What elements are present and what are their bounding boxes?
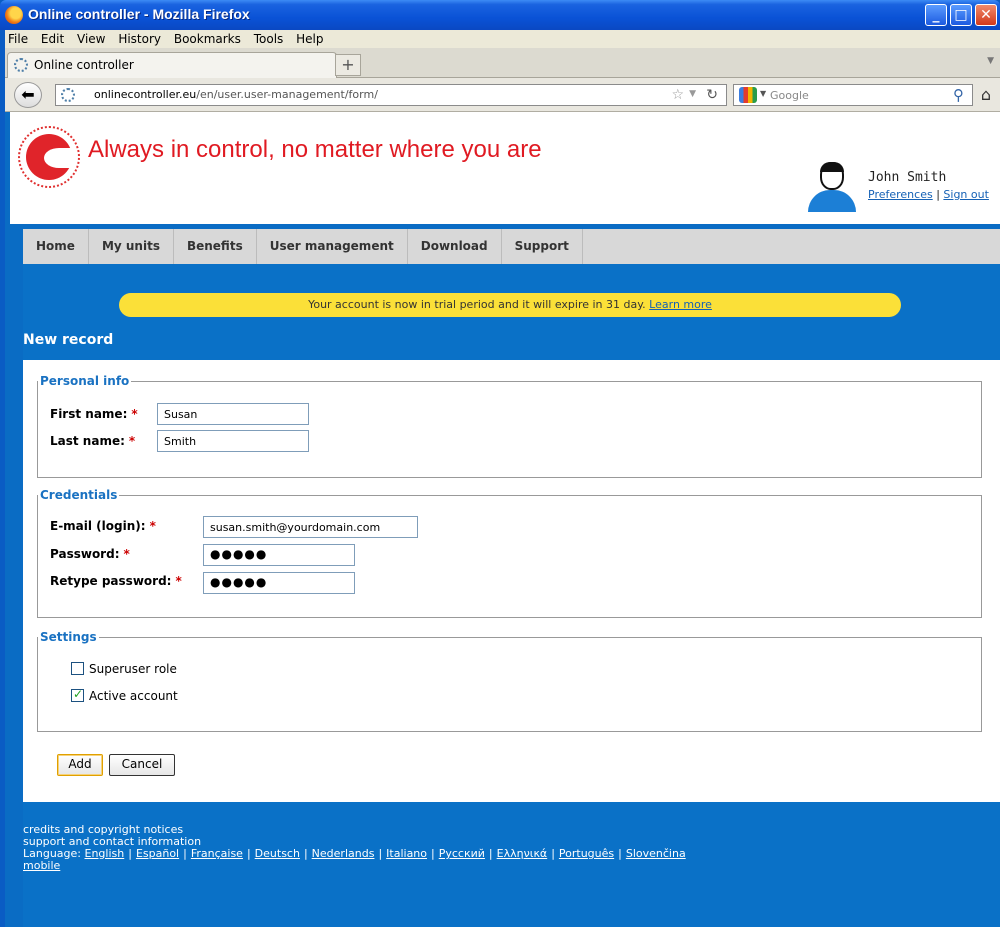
language-list: Language: English | Español | Française | Deut… [23,847,686,860]
google-icon[interactable] [739,87,757,103]
lang-deutsch[interactable]: Deutsch [255,847,300,860]
search-placeholder: Google [770,89,809,102]
site-favicon [14,58,28,72]
first-name-field[interactable]: Susan [157,403,309,425]
menu-edit[interactable]: Edit [38,30,70,46]
trial-notice: Your account is now in trial period and … [119,293,901,317]
personal-info-fieldset: Personal info First name: * Susan Last na… [37,374,982,478]
user-form: Personal info First name: * Susan Last na… [23,360,1000,802]
email-label: E-mail (login): * [50,519,156,533]
tab-list-icon[interactable]: ▼ [987,56,994,66]
retype-password-field[interactable]: ●●●●● [203,572,355,594]
site-tagline: Always in control, no matter where you a… [88,136,542,163]
reload-icon[interactable]: ↻ [706,87,718,103]
close-button[interactable]: ✕ [975,4,997,26]
window-titlebar: Online controller - Mozilla Firefox _ □ … [0,0,1000,30]
settings-legend: Settings [40,630,97,644]
maximize-button[interactable]: □ [950,4,972,26]
lang-portugues[interactable]: Português [559,847,614,860]
nav-user-management[interactable]: User management [257,229,408,264]
menu-tools[interactable]: Tools [251,30,290,46]
add-button[interactable]: Add [57,754,103,776]
lang-english[interactable]: English [85,847,125,860]
menu-help[interactable]: Help [293,30,329,46]
back-arrow-icon: ⬅ [21,85,35,104]
superuser-label[interactable]: Superuser role [89,662,177,676]
user-avatar-icon [806,162,858,212]
menu-file[interactable]: File [5,30,34,46]
lang-greek[interactable]: Ελληνικά [497,847,548,860]
active-account-label[interactable]: Active account [89,689,178,703]
nav-home[interactable]: Home [23,229,89,264]
user-links-separator: | [932,188,944,201]
password-label: Password: * [50,547,130,561]
new-tab-button[interactable]: + [335,54,361,76]
email-field[interactable]: susan.smith@yourdomain.com [203,516,418,538]
password-field[interactable]: ●●●●● [203,544,355,566]
search-bar[interactable]: ▼ Google ⚲ [733,84,973,106]
search-engine-dropdown-icon[interactable]: ▼ [760,89,766,98]
lang-italiano[interactable]: Italiano [386,847,427,860]
window-title: Online controller - Mozilla Firefox [28,6,250,22]
tab-label: Online controller [34,58,134,72]
user-name: John Smith [868,170,947,185]
personal-info-legend: Personal info [40,374,130,388]
browser-tab[interactable]: Online controller [7,52,337,78]
site-logo[interactable] [18,126,80,192]
web-page: Always in control, no matter where you a… [5,112,1000,927]
search-icon[interactable]: ⚲ [953,86,964,104]
menu-bar: File Edit View History Bookmarks Tools H… [5,30,1000,48]
main-navigation: Home My units Benefits User management D… [23,229,1000,264]
user-links: Preferences | Sign out [868,188,989,201]
trial-notice-text: Your account is now in trial period and … [308,298,650,311]
site-identity-icon[interactable] [61,88,75,102]
retype-password-label: Retype password: * [50,574,182,588]
cancel-button[interactable]: Cancel [109,754,175,776]
nav-download[interactable]: Download [408,229,502,264]
lang-francaise[interactable]: Française [191,847,243,860]
preferences-link[interactable]: Preferences [868,188,933,201]
history-dropdown-icon[interactable]: ▼ [689,89,696,99]
page-footer: credits and copyright notices support an… [23,824,686,872]
first-name-label: First name: * [50,407,138,421]
menu-view[interactable]: View [74,30,111,46]
site-header: Always in control, no matter where you a… [10,112,1000,224]
address-bar[interactable]: onlinecontroller.eu/en/user.user-managem… [55,84,727,106]
lang-slovencina[interactable]: Slovenčina [626,847,686,860]
learn-more-link[interactable]: Learn more [649,298,712,311]
credentials-legend: Credentials [40,488,118,502]
page-title: New record [23,332,114,348]
menu-bookmarks[interactable]: Bookmarks [171,30,247,46]
credentials-fieldset: Credentials E-mail (login): * susan.smith… [37,488,982,618]
back-button[interactable]: ⬅ [14,82,42,108]
navigation-toolbar: ⬅ onlinecontroller.eu/en/user.user-manag… [5,78,1000,112]
menu-history[interactable]: History [115,30,167,46]
bookmark-star-icon[interactable]: ☆ [671,87,684,103]
nav-my-units[interactable]: My units [89,229,174,264]
address-url: onlinecontroller.eu/en/user.user-managem… [94,88,378,101]
content-area: Your account is now in trial period and … [23,264,1000,927]
active-account-checkbox[interactable] [71,687,84,702]
lang-russian[interactable]: Русский [439,847,485,860]
lang-nederlands[interactable]: Nederlands [312,847,375,860]
lang-espanol[interactable]: Español [136,847,179,860]
home-icon[interactable]: ⌂ [973,84,999,106]
superuser-checkbox[interactable] [71,662,84,675]
last-name-field[interactable]: Smith [157,430,309,452]
settings-fieldset: Settings Superuser role Active account [37,630,982,732]
last-name-label: Last name: * [50,434,136,448]
tab-bar: Online controller + ▼ [5,48,1000,78]
mobile-link[interactable]: mobile [23,859,60,872]
minimize-button[interactable]: _ [925,4,947,26]
nav-benefits[interactable]: Benefits [174,229,257,264]
nav-support[interactable]: Support [502,229,583,264]
firefox-icon [5,6,23,24]
sign-out-link[interactable]: Sign out [943,188,989,201]
